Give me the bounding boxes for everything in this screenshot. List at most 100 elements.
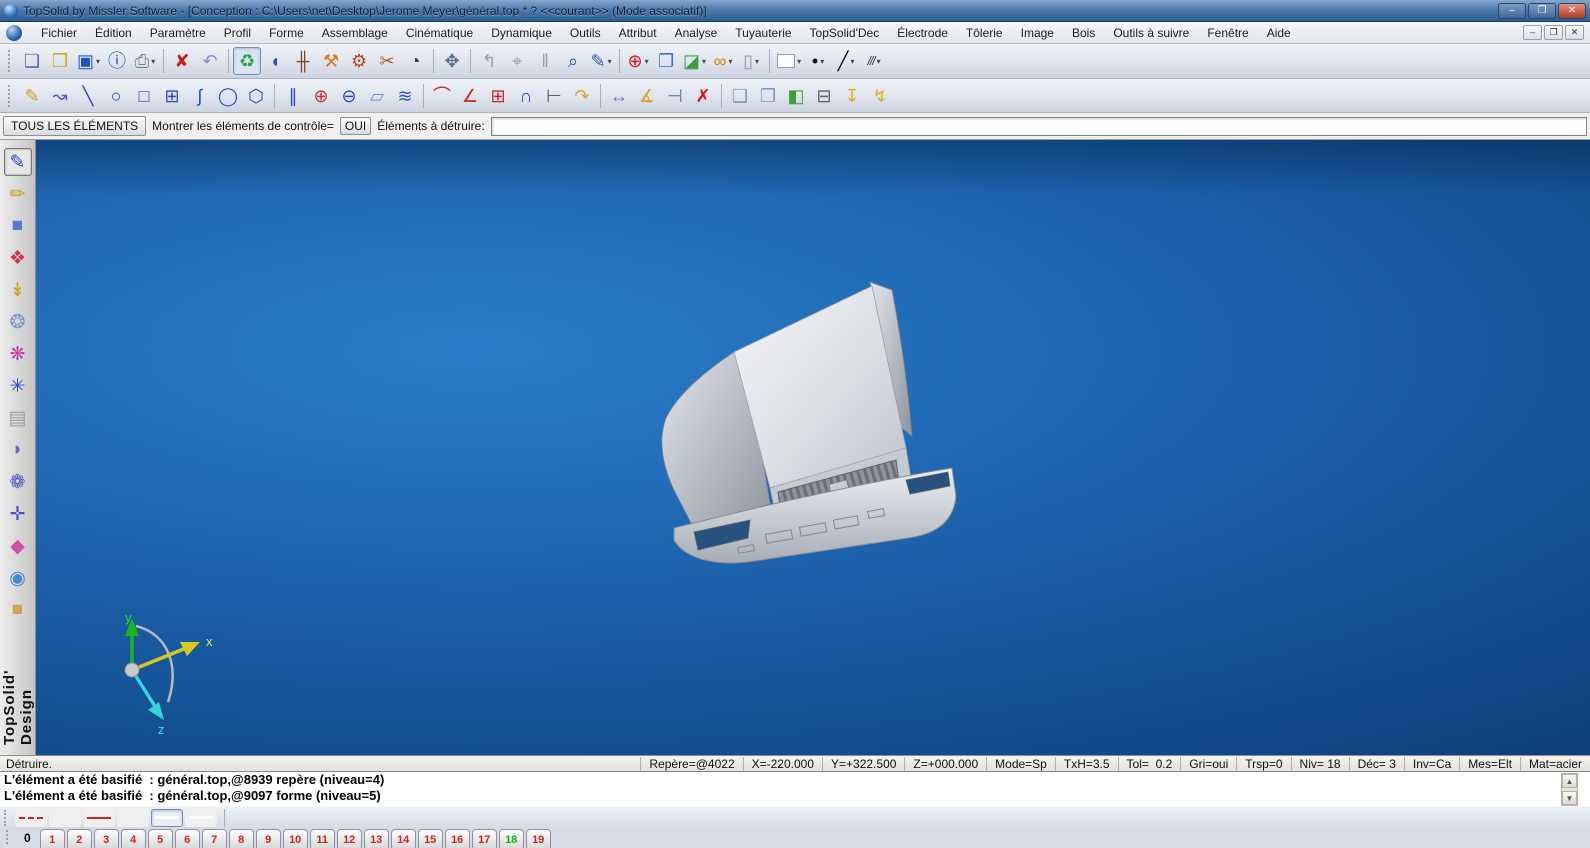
scroll-down-icon[interactable]: ▼ [1562, 791, 1577, 805]
rectangle-button[interactable]: □ [130, 82, 158, 110]
menu-topsolid-dec[interactable]: TopSolid'Dec [801, 23, 889, 43]
color-current-button[interactable]: ▾ [774, 47, 804, 75]
sketch-mode-button[interactable]: ✎ [3, 148, 32, 176]
zoom-in-button[interactable]: ⊕ ▾ [624, 47, 652, 75]
dropdown-arrow-icon[interactable]: ▾ [797, 57, 801, 66]
menu-fen-tre[interactable]: Fenêtre [1198, 23, 1257, 43]
dynamic-sliders-button[interactable]: ‖ [531, 47, 559, 75]
solid-primitive-button[interactable]: ■ [4, 212, 32, 240]
destroy-elements-button[interactable]: ♻ [233, 47, 262, 75]
sweep-surface-button[interactable]: ≋ [391, 82, 419, 110]
open-document-button[interactable]: ❒ [46, 47, 74, 75]
level-10-button[interactable]: 10 [282, 829, 308, 848]
limit-extend-button[interactable]: ⊢ [540, 82, 568, 110]
menu-fichier[interactable]: Fichier [32, 23, 86, 43]
log-scrollbar[interactable]: ▲ ▼ [1561, 773, 1578, 806]
dropdown-arrow-icon[interactable]: ▾ [702, 57, 706, 66]
menu-aide[interactable]: Aide [1258, 23, 1300, 43]
dynamic-rotate-button[interactable]: ↰ [475, 47, 503, 75]
toolbar-grip[interactable] [6, 830, 10, 844]
level-12-button[interactable]: 12 [336, 829, 362, 848]
drop-vertical-button[interactable]: ↧ [838, 82, 866, 110]
linestyle-dashdot-red-button[interactable] [15, 808, 47, 827]
surface-pen-button[interactable]: ✏ [4, 180, 32, 208]
orient-curve-button[interactable]: ↷ [568, 82, 596, 110]
menu-profil[interactable]: Profil [215, 23, 260, 43]
line-type-button[interactable]: ╱ ▾ [832, 47, 860, 75]
mdi-close-button[interactable]: ✕ [1565, 25, 1584, 40]
menu-cin-matique[interactable]: Cinématique [397, 23, 482, 43]
destroy-elements-input[interactable] [490, 116, 1587, 136]
dropdown-arrow-icon[interactable]: ▾ [151, 57, 155, 66]
delete-element-button[interactable]: ✘ [168, 47, 196, 75]
dropdown-arrow-icon[interactable]: ▾ [645, 57, 649, 66]
folded-surface-button[interactable]: ◆ [4, 532, 32, 560]
level-1-button[interactable]: 1 [39, 829, 65, 848]
dropdown-arrow-icon[interactable]: ▾ [96, 57, 100, 66]
level-9-button[interactable]: 9 [255, 829, 281, 848]
level-19-button[interactable]: 19 [525, 829, 551, 848]
view-clip-button[interactable]: ⊟ [810, 82, 838, 110]
dynamic-star-button[interactable]: ✳ [4, 372, 32, 400]
ellipse-button[interactable]: ◯ [214, 82, 242, 110]
dynamic-target-button[interactable]: ⌖ [503, 47, 531, 75]
save-document-button[interactable]: ▣ ▾ [74, 47, 103, 75]
menu-assemblage[interactable]: Assemblage [313, 23, 397, 43]
boolean-merge-button[interactable]: ⊞ [484, 82, 512, 110]
mdi-minimize-button[interactable]: – [1523, 25, 1542, 40]
circular-pattern-button[interactable]: ❂ [4, 308, 32, 336]
dropdown-arrow-icon[interactable]: ▾ [728, 57, 732, 66]
menu-image[interactable]: Image [1012, 23, 1063, 43]
linestyle-light-button[interactable] [117, 808, 149, 827]
print-button[interactable]: ⎙ ▾ [131, 47, 159, 75]
plane-definition-button[interactable]: ✛ [4, 500, 32, 528]
measure-distance-button[interactable]: ↔ [605, 82, 633, 110]
hatch-style-button[interactable]: ///▾ [860, 47, 888, 75]
modify-element-button[interactable]: ◖ [261, 47, 289, 75]
corner-fillet-button[interactable]: ⌒ [428, 82, 456, 110]
level-8-button[interactable]: 8 [228, 829, 254, 848]
view-under-button[interactable]: ❒ [754, 82, 782, 110]
truck-hood-model[interactable] [618, 276, 958, 576]
toolbar-grip[interactable] [8, 50, 12, 72]
line-segment-button[interactable]: ╲ [74, 82, 102, 110]
menu-analyse[interactable]: Analyse [666, 23, 727, 43]
menu-attribut[interactable]: Attribut [610, 23, 666, 43]
menu-dynamique[interactable]: Dynamique [482, 23, 561, 43]
menu--lectrode[interactable]: Électrode [888, 23, 957, 43]
linestyle-thin-light-button[interactable] [49, 808, 81, 827]
level-14-button[interactable]: 14 [390, 829, 416, 848]
level-3-button[interactable]: 3 [93, 829, 119, 848]
magnifier-loop-button[interactable]: ⌕ [559, 47, 587, 75]
level-5-button[interactable]: 5 [147, 829, 173, 848]
shape-surface-button[interactable]: ❖ [4, 244, 32, 272]
measure-angle-button[interactable]: ∡ [633, 82, 661, 110]
menu-param-tre[interactable]: Paramètre [141, 23, 215, 43]
extrude-profile-button[interactable]: ▤ [4, 404, 32, 432]
scroll-up-icon[interactable]: ▲ [1562, 774, 1577, 788]
axis-orientation-button[interactable]: ✥ [438, 47, 466, 75]
level-13-button[interactable]: 13 [363, 829, 389, 848]
view-section-button[interactable]: ◧ [782, 82, 810, 110]
dimension-button[interactable]: ⊣ [661, 82, 689, 110]
menu-tuyauterie[interactable]: Tuyauterie [726, 23, 800, 43]
toolbar-grip[interactable] [8, 84, 12, 107]
wood-material-button[interactable]: ■ [4, 596, 32, 624]
menu-outils[interactable]: Outils [561, 23, 610, 43]
linestyle-white-button[interactable] [185, 808, 217, 827]
bend-tool-button[interactable]: ⚙ [345, 47, 373, 75]
annotate-pen-button[interactable]: ✎ ▾ [587, 47, 615, 75]
material-column-button[interactable]: ▯ ▾ [737, 47, 765, 75]
sketch-contour-button[interactable]: ✎ [18, 82, 46, 110]
planar-face-button[interactable]: ▱ [363, 82, 391, 110]
circle-center-button[interactable]: ○ [102, 82, 130, 110]
new-document-button[interactable]: ❏ [18, 47, 46, 75]
linestyle-solid-red-button[interactable] [83, 808, 115, 827]
polyline-button[interactable]: ↝ [46, 82, 74, 110]
level-17-button[interactable]: 17 [471, 829, 497, 848]
spline-button[interactable]: ∫ [186, 82, 214, 110]
menu-outils-suivre[interactable]: Outils à suivre [1104, 23, 1198, 43]
point-style-button[interactable]: • ▾ [804, 47, 832, 75]
level-2-button[interactable]: 2 [66, 829, 92, 848]
level-7-button[interactable]: 7 [201, 829, 227, 848]
